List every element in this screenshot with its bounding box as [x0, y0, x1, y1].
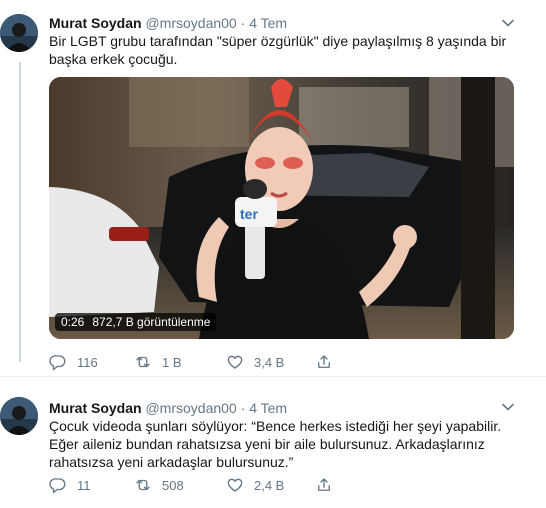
tweet-time[interactable]: 4 Tem — [249, 15, 287, 31]
tweet-text: Bir LGBT grubu tarafından "süper özgürlü… — [49, 33, 507, 67]
video-stats-badge: 0:26 872,7 B görüntülenme — [55, 313, 217, 331]
avatar[interactable] — [0, 397, 38, 435]
mic-logo-text: ter — [240, 206, 258, 222]
reply-button[interactable]: 11 — [49, 475, 91, 495]
tweet-text: Çocuk videoda şunları söylüyor: “Bence h… — [49, 418, 502, 470]
heart-icon — [227, 355, 243, 369]
retweet-count: 508 — [162, 477, 184, 493]
chevron-down-icon[interactable] — [501, 16, 515, 30]
avatar-image — [0, 14, 38, 52]
tweet[interactable]: Murat Soydan @mrsoydan00 · 4 Tem Çocuk v… — [0, 376, 546, 508]
chevron-down-icon[interactable] — [501, 400, 515, 414]
retweet-icon — [136, 356, 150, 368]
tweet-actions: 116 1 B 3,4 B — [49, 352, 349, 372]
reply-count: 11 — [77, 477, 91, 493]
reply-icon — [49, 355, 66, 371]
video-player[interactable]: ter 0:26 872,7 B görüntülenme — [49, 77, 514, 339]
author-name[interactable]: Murat Soydan — [49, 15, 142, 31]
tweet-time[interactable]: 4 Tem — [249, 400, 287, 416]
like-count: 3,4 B — [254, 354, 285, 370]
author-name[interactable]: Murat Soydan — [49, 400, 142, 416]
share-button[interactable] — [315, 352, 333, 372]
like-count: 2,4 B — [254, 477, 285, 493]
retweet-button[interactable]: 508 — [134, 475, 184, 495]
tweet-header: Murat Soydan @mrsoydan00 · 4 Tem — [49, 14, 287, 32]
reply-button[interactable]: 116 — [49, 352, 98, 372]
separator: · — [240, 15, 246, 31]
retweet-button[interactable]: 1 B — [134, 352, 182, 372]
video-views: 872,7 B görüntülenme — [92, 315, 211, 329]
reply-count: 116 — [77, 354, 98, 370]
avatar-image — [0, 397, 38, 435]
reply-icon — [49, 478, 66, 494]
avatar[interactable] — [0, 14, 38, 52]
retweet-count: 1 B — [162, 354, 182, 370]
video-duration: 0:26 — [61, 315, 85, 329]
retweet-icon — [136, 479, 150, 491]
author-handle[interactable]: @mrsoydan00 — [145, 400, 236, 416]
like-button[interactable]: 3,4 B — [226, 352, 284, 372]
tweet[interactable]: Murat Soydan @mrsoydan00 · 4 Tem Bir LGB… — [0, 0, 546, 376]
share-button[interactable] — [315, 475, 333, 495]
share-icon — [318, 478, 330, 491]
video-thumbnail: ter — [49, 77, 514, 339]
separator: · — [240, 400, 246, 416]
tweet-actions: 11 508 2,4 B — [49, 475, 349, 495]
tweet-header: Murat Soydan @mrsoydan00 · 4 Tem — [49, 399, 287, 417]
share-icon — [318, 355, 330, 368]
like-button[interactable]: 2,4 B — [226, 475, 284, 495]
author-handle[interactable]: @mrsoydan00 — [145, 15, 236, 31]
heart-icon — [227, 478, 243, 492]
